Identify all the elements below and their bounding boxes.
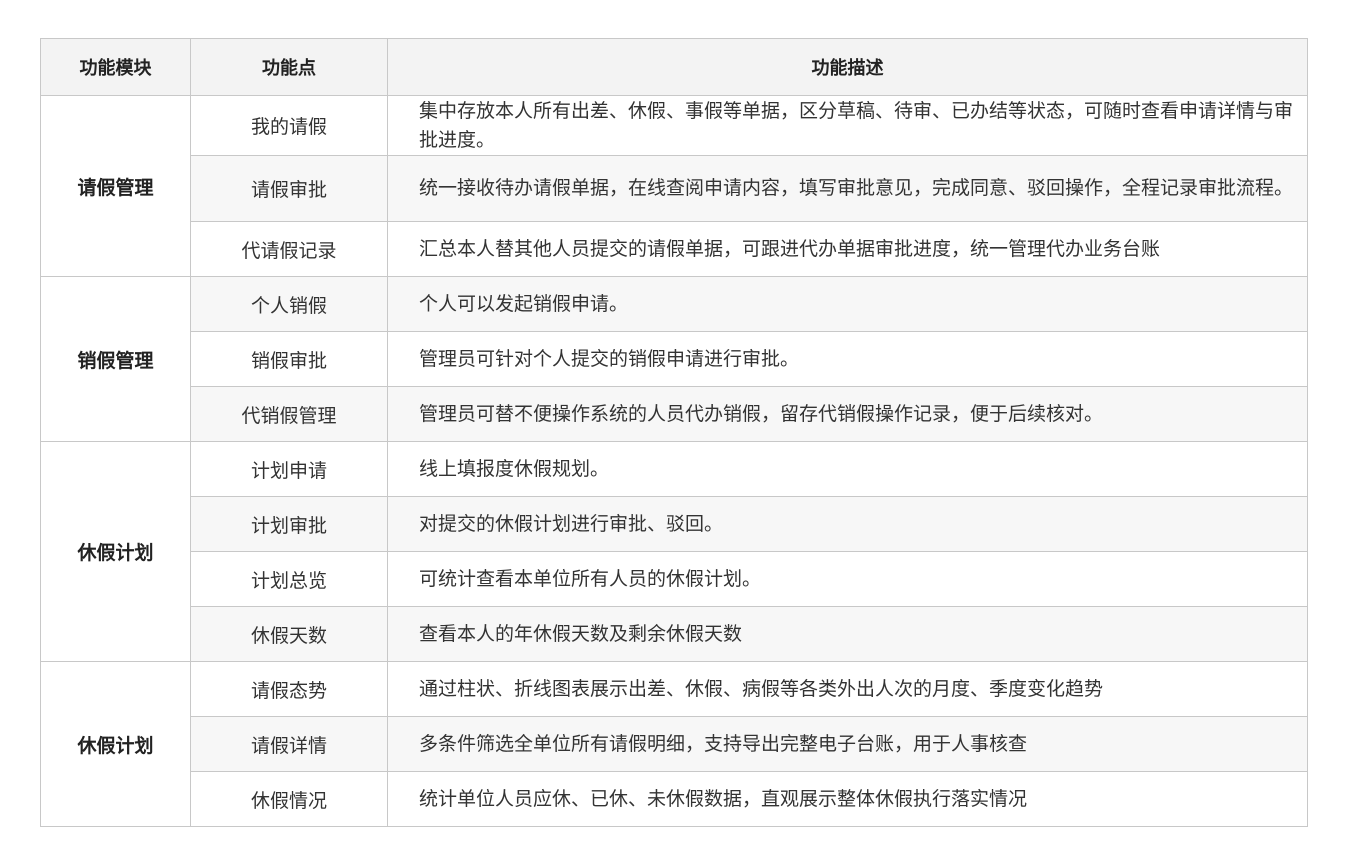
description-cell: 可统计查看本单位所有人员的休假计划。 bbox=[387, 551, 1308, 607]
table-row: 休假计划 计划申请 线上填报度休假规划。 bbox=[40, 441, 1308, 662]
table-row: 销假管理 个人销假 个人可以发起销假申请。 bbox=[40, 276, 1308, 442]
module-cell: 休假计划 bbox=[40, 441, 191, 662]
description-cell: 线上填报度休假规划。 bbox=[387, 441, 1308, 497]
module-cell: 休假计划 bbox=[40, 661, 191, 827]
point-cell: 我的请假 bbox=[190, 95, 388, 156]
point-cell: 休假天数 bbox=[190, 606, 388, 662]
module-cell: 销假管理 bbox=[40, 276, 191, 442]
point-cell: 销假审批 bbox=[190, 331, 388, 387]
description-cell: 统一接收待办请假单据，在线查阅申请内容，填写审批意见，完成同意、驳回操作，全程记… bbox=[387, 155, 1308, 222]
table-row: 销假审批 管理员可针对个人提交的销假申请进行审批。 bbox=[41, 331, 1308, 387]
point-cell: 计划总览 bbox=[190, 551, 388, 607]
table-row: 代请假记录 汇总本人替其他人员提交的请假单据，可跟进代办单据审批进度，统一管理代… bbox=[41, 221, 1308, 277]
description-cell: 管理员可针对个人提交的销假申请进行审批。 bbox=[387, 331, 1308, 387]
description-cell: 通过柱状、折线图表展示出差、休假、病假等各类外出人次的月度、季度变化趋势 bbox=[387, 661, 1308, 717]
module-cell: 请假管理 bbox=[40, 95, 191, 277]
feature-table: 功能模块 功能点 功能描述 请假管理 我的请假 集中存放本人所有出差、休假、事假… bbox=[40, 38, 1308, 827]
header-point: 功能点 bbox=[190, 38, 388, 96]
table-row: 休假天数 查看本人的年休假天数及剩余休假天数 bbox=[41, 606, 1308, 662]
point-cell: 计划审批 bbox=[190, 496, 388, 552]
point-cell: 休假情况 bbox=[190, 771, 388, 827]
table-row: 请假审批 统一接收待办请假单据，在线查阅申请内容，填写审批意见，完成同意、驳回操… bbox=[41, 155, 1308, 222]
description-cell: 汇总本人替其他人员提交的请假单据，可跟进代办单据审批进度，统一管理代办业务台账 bbox=[387, 221, 1308, 277]
table-row: 代销假管理 管理员可替不便操作系统的人员代办销假，留存代销假操作记录，便于后续核… bbox=[41, 386, 1308, 442]
header-module: 功能模块 bbox=[40, 38, 191, 96]
description-cell: 管理员可替不便操作系统的人员代办销假，留存代销假操作记录，便于后续核对。 bbox=[387, 386, 1308, 442]
point-cell: 请假态势 bbox=[190, 661, 388, 717]
header-description: 功能描述 bbox=[387, 38, 1308, 96]
point-cell: 代销假管理 bbox=[190, 386, 388, 442]
table-row: 休假计划 请假态势 通过柱状、折线图表展示出差、休假、病假等各类外出人次的月度、… bbox=[40, 661, 1308, 827]
point-cell: 请假审批 bbox=[190, 155, 388, 222]
table-row: 请假详情 多条件筛选全单位所有请假明细，支持导出完整电子台账，用于人事核查 bbox=[41, 716, 1308, 772]
point-cell: 代请假记录 bbox=[190, 221, 388, 277]
table-row: 计划总览 可统计查看本单位所有人员的休假计划。 bbox=[41, 551, 1308, 607]
description-cell: 统计单位人员应休、已休、未休假数据，直观展示整体休假执行落实情况 bbox=[387, 771, 1308, 827]
description-cell: 个人可以发起销假申请。 bbox=[387, 276, 1308, 332]
description-cell: 多条件筛选全单位所有请假明细，支持导出完整电子台账，用于人事核查 bbox=[387, 716, 1308, 772]
feature-table-container: 功能模块 功能点 功能描述 请假管理 我的请假 集中存放本人所有出差、休假、事假… bbox=[40, 38, 1308, 827]
point-cell: 个人销假 bbox=[190, 276, 388, 332]
point-cell: 计划申请 bbox=[190, 441, 388, 497]
table-header-row: 功能模块 功能点 功能描述 bbox=[40, 38, 1308, 96]
description-cell: 集中存放本人所有出差、休假、事假等单据，区分草稿、待审、已办结等状态，可随时查看… bbox=[387, 95, 1308, 156]
description-cell: 对提交的休假计划进行审批、驳回。 bbox=[387, 496, 1308, 552]
description-cell: 查看本人的年休假天数及剩余休假天数 bbox=[387, 606, 1308, 662]
point-cell: 请假详情 bbox=[190, 716, 388, 772]
table-row: 休假情况 统计单位人员应休、已休、未休假数据，直观展示整体休假执行落实情况 bbox=[41, 771, 1308, 827]
table-row: 计划审批 对提交的休假计划进行审批、驳回。 bbox=[41, 496, 1308, 552]
table-row: 请假管理 我的请假 集中存放本人所有出差、休假、事假等单据，区分草稿、待审、已办… bbox=[40, 95, 1308, 277]
